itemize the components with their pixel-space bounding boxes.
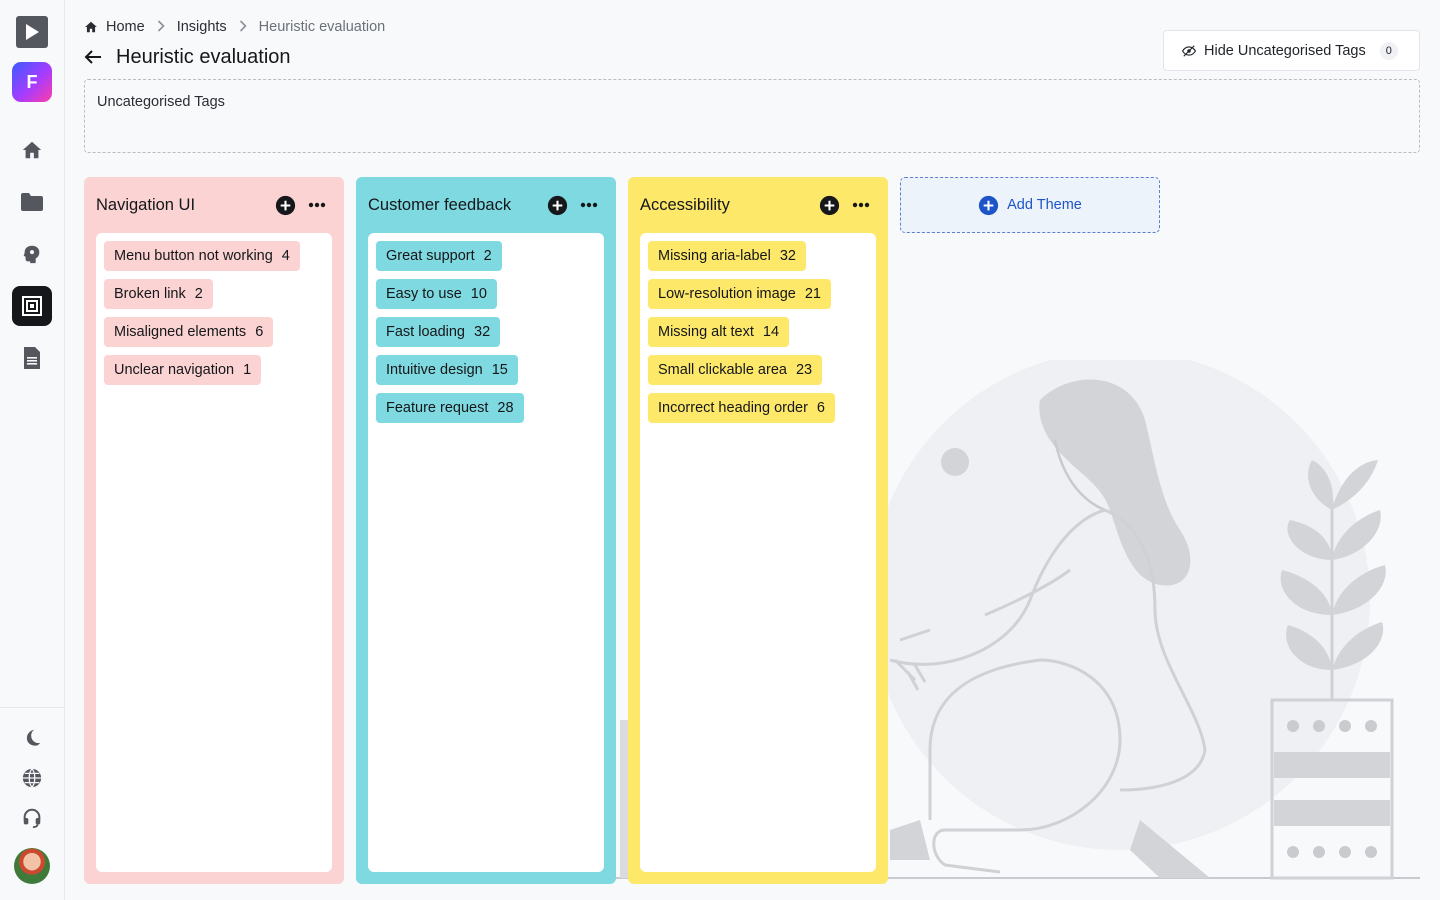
column-header: Accessibility (640, 189, 876, 221)
theme-column-accessibility: Accessibility Missing aria-label 32 Low-r… (628, 177, 888, 884)
tag-count: 14 (762, 324, 780, 340)
column-body: Menu button not working 4 Broken link 2 Mi… (96, 233, 332, 872)
tag-label: Easy to use (386, 286, 462, 302)
folder-icon[interactable] (12, 182, 52, 222)
back-arrow-icon[interactable] (84, 49, 102, 65)
tag-label: Unclear navigation (114, 362, 235, 378)
tag-chip[interactable]: Intuitive design 15 (376, 355, 518, 385)
tag-count: 6 (255, 324, 264, 340)
breadcrumb-insights-label: Insights (176, 19, 227, 35)
column-actions (546, 194, 600, 216)
tag-label: Missing aria-label (658, 248, 771, 264)
uncategorised-count-badge: 0 (1379, 41, 1398, 60)
chevron-right-icon (239, 19, 247, 35)
breadcrumb-insights[interactable]: Insights (177, 19, 227, 35)
theme-column-navigation-ui: Navigation UI Menu button not working 4 B… (84, 177, 344, 884)
uncategorised-tags-label: Uncategorised Tags (97, 94, 225, 110)
column-actions (274, 194, 328, 216)
tag-chip[interactable]: Feature request 28 (376, 393, 524, 423)
tag-count: 28 (497, 400, 514, 416)
tag-count: 32 (779, 248, 796, 264)
column-header: Navigation UI (96, 189, 332, 221)
hide-uncategorised-label: Hide Uncategorised Tags (1204, 42, 1366, 59)
tag-chip[interactable]: Missing aria-label 32 (648, 241, 806, 271)
tag-chip[interactable]: Great support 2 (376, 241, 502, 271)
uncategorised-tags-dropzone[interactable]: Uncategorised Tags (84, 79, 1420, 153)
breadcrumb: Home Insights Heuristic evaluation (84, 18, 385, 36)
plus-circle-icon (979, 195, 999, 215)
more-options-icon[interactable] (578, 194, 600, 216)
more-options-icon[interactable] (850, 194, 872, 216)
tag-chip[interactable]: Unclear navigation 1 (104, 355, 262, 385)
tag-label: Incorrect heading order (658, 400, 808, 416)
brain-icon[interactable] (12, 234, 52, 274)
add-theme-button[interactable]: Add Theme (900, 177, 1160, 233)
tag-label: Feature request (386, 400, 489, 416)
tag-count: 21 (804, 286, 821, 302)
sidebar-divider (0, 707, 65, 708)
column-title: Customer feedback (368, 195, 512, 214)
tag-label: Small clickable area (658, 362, 787, 378)
tag-count: 4 (281, 248, 290, 264)
tag-chip[interactable]: Misaligned elements 6 (104, 317, 274, 347)
home-icon[interactable] (12, 130, 52, 170)
tag-chip[interactable]: Low-resolution image 21 (648, 279, 831, 309)
board-icon[interactable] (12, 286, 52, 326)
tag-label: Missing alt text (658, 324, 754, 340)
column-header: Customer feedback (368, 189, 604, 221)
tag-count: 2 (194, 286, 203, 302)
tag-chip[interactable]: Small clickable area 23 (648, 355, 823, 385)
page-title: Heuristic evaluation (116, 45, 291, 68)
column-title: Accessibility (640, 195, 730, 214)
column-title: Navigation UI (96, 195, 196, 214)
tag-label: Low-resolution image (658, 286, 796, 302)
moon-icon[interactable] (12, 718, 52, 758)
home-icon (85, 21, 97, 33)
add-theme-label: Add Theme (1007, 197, 1082, 213)
eye-off-icon (1182, 44, 1196, 57)
sidebar: F (0, 0, 65, 900)
hide-uncategorised-button[interactable]: Hide Uncategorised Tags 0 (1163, 30, 1420, 71)
tag-count: 15 (491, 362, 508, 378)
tag-count: 10 (470, 286, 487, 302)
tag-label: Intuitive design (386, 362, 483, 378)
tag-count: 32 (474, 324, 491, 340)
chevron-right-icon (157, 19, 165, 35)
tag-label: Fast loading (386, 324, 465, 340)
column-body: Missing aria-label 32 Low-resolution imag… (640, 233, 876, 872)
tag-count: 2 (483, 248, 492, 264)
column-body: Great support 2 Easy to use 10 Fast loadin… (368, 233, 604, 872)
column-actions (818, 194, 872, 216)
breadcrumb-current: Heuristic evaluation (258, 19, 386, 35)
tag-label: Misaligned elements (114, 324, 247, 340)
tag-label: Broken link (114, 286, 186, 302)
tag-chip[interactable]: Missing alt text 14 (648, 317, 790, 347)
breadcrumb-home-label: Home (106, 19, 145, 35)
add-tag-icon[interactable] (818, 194, 840, 216)
avatar[interactable] (14, 848, 50, 884)
tag-label: Menu button not working (114, 248, 273, 264)
tag-chip[interactable]: Broken link 2 (104, 279, 213, 309)
headset-icon[interactable] (12, 798, 52, 838)
tag-chip[interactable]: Fast loading 32 (376, 317, 501, 347)
tag-label: Great support (386, 248, 475, 264)
f-logo-icon[interactable]: F (12, 62, 52, 102)
title-row: Heuristic evaluation (84, 44, 291, 70)
globe-icon[interactable] (12, 758, 52, 798)
breadcrumb-home[interactable]: Home (84, 19, 145, 35)
add-tag-icon[interactable] (546, 194, 568, 216)
tag-chip[interactable]: Easy to use 10 (376, 279, 497, 309)
play-logo-icon[interactable] (12, 12, 52, 52)
more-options-icon[interactable] (306, 194, 328, 216)
tag-chip[interactable]: Menu button not working 4 (104, 241, 300, 271)
tag-count: 23 (795, 362, 813, 378)
document-icon[interactable] (12, 338, 52, 378)
tag-count: 6 (816, 400, 825, 416)
tag-chip[interactable]: Incorrect heading order 6 (648, 393, 835, 423)
add-tag-icon[interactable] (274, 194, 296, 216)
tag-count: 1 (243, 362, 252, 378)
theme-column-customer-feedback: Customer feedback Great support 2 Easy to… (356, 177, 616, 884)
